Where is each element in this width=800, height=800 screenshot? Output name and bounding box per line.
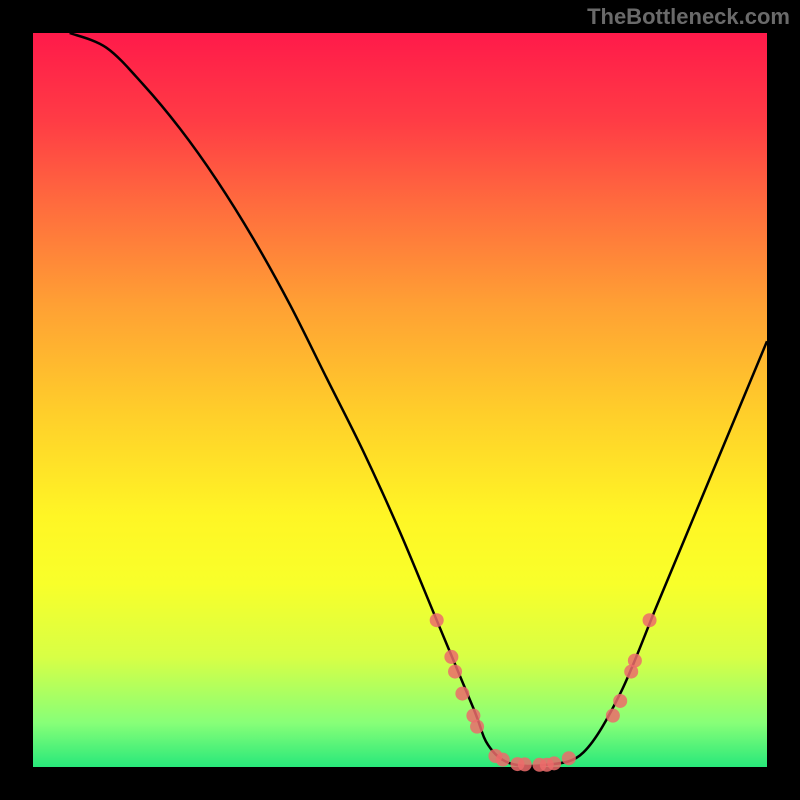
data-point xyxy=(628,654,642,668)
data-point xyxy=(448,665,462,679)
data-point xyxy=(444,650,458,664)
data-point xyxy=(613,694,627,708)
watermark-text: TheBottleneck.com xyxy=(587,4,790,30)
data-point xyxy=(643,613,657,627)
data-point xyxy=(470,720,484,734)
chart-plot-area xyxy=(33,33,767,767)
data-point xyxy=(562,751,576,765)
data-point xyxy=(518,757,532,771)
data-point xyxy=(496,753,510,767)
chart-svg xyxy=(33,33,767,767)
bottleneck-curve xyxy=(70,33,767,766)
data-point xyxy=(455,687,469,701)
curve-markers xyxy=(430,613,657,772)
data-point xyxy=(430,613,444,627)
data-point xyxy=(606,709,620,723)
data-point xyxy=(547,756,561,770)
